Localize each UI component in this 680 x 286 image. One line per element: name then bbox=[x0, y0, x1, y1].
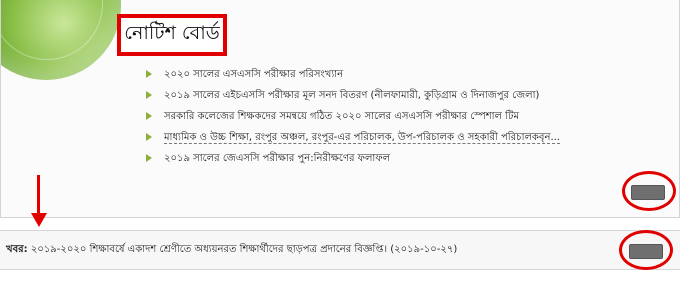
arrow-bullet-icon bbox=[146, 91, 152, 99]
arrow-bullet-icon bbox=[146, 70, 152, 78]
ticker-news-link[interactable]: ২০১৯-২০২০ শিক্ষাবর্ষে একাদশ শ্রেণীতে অধ্… bbox=[28, 244, 457, 255]
notice-board-panel: নোটিশ বোর্ড ২০২০ সালের এসএসসি পরীক্ষার প… bbox=[0, 0, 680, 218]
notice-link[interactable]: ২০২০ সালের এসএসসি পরীক্ষার পরিসংখ্যান bbox=[164, 69, 343, 80]
list-item: ২০২০ সালের এসএসসি পরীক্ষার পরিসংখ্যান bbox=[146, 64, 560, 85]
notice-link[interactable]: ২০১৯ সালের এইচএসসি পরীক্ষার মূল সনদ বিতর… bbox=[164, 90, 539, 101]
arrow-bullet-icon bbox=[146, 154, 152, 162]
notice-list: ২০২০ সালের এসএসসি পরীক্ষার পরিসংখ্যান ২০… bbox=[146, 64, 560, 169]
view-all-news-button[interactable] bbox=[629, 244, 663, 259]
arrow-bullet-icon bbox=[146, 133, 152, 141]
notice-board-title: নোটিশ বোর্ড bbox=[124, 22, 220, 44]
list-item: মাধ্যমিক ও উচ্চ শিক্ষা, রংপুর অঞ্চল, রংপ… bbox=[146, 127, 560, 148]
notice-link[interactable]: সরকারি কলেজের শিক্ষকদের সমন্বয়ে গঠিত ২০… bbox=[164, 111, 519, 122]
red-arrow-down-icon bbox=[31, 213, 47, 227]
ticker-text: খবর: ২০১৯-২০২০ শিক্ষাবর্ষে একাদশ শ্রেণীত… bbox=[6, 242, 457, 259]
notice-board-title-box: নোটিশ বোর্ড bbox=[117, 14, 227, 56]
news-ticker: খবর: ২০১৯-২০২০ শিক্ষাবর্ষে একাদশ শ্রেণীত… bbox=[0, 230, 680, 270]
ticker-label: খবর: bbox=[6, 244, 28, 255]
globe-image bbox=[1, 0, 121, 80]
list-item: ২০১৯ সালের এইচএসসি পরীক্ষার মূল সনদ বিতর… bbox=[146, 85, 560, 106]
arrow-bullet-icon bbox=[146, 112, 152, 120]
list-item: ২০১৯ সালের জেএসসি পরীক্ষার পুন:নিরীক্ষণে… bbox=[146, 148, 560, 169]
red-arrow-shaft bbox=[37, 175, 40, 215]
list-item: সরকারি কলেজের শিক্ষকদের সমন্বয়ে গঠিত ২০… bbox=[146, 106, 560, 127]
notice-link[interactable]: ২০১৯ সালের জেএসসি পরীক্ষার পুন:নিরীক্ষণে… bbox=[164, 153, 390, 164]
view-all-notices-button[interactable] bbox=[631, 185, 665, 200]
notice-link[interactable]: মাধ্যমিক ও উচ্চ শিক্ষা, রংপুর অঞ্চল, রংপ… bbox=[164, 132, 560, 144]
